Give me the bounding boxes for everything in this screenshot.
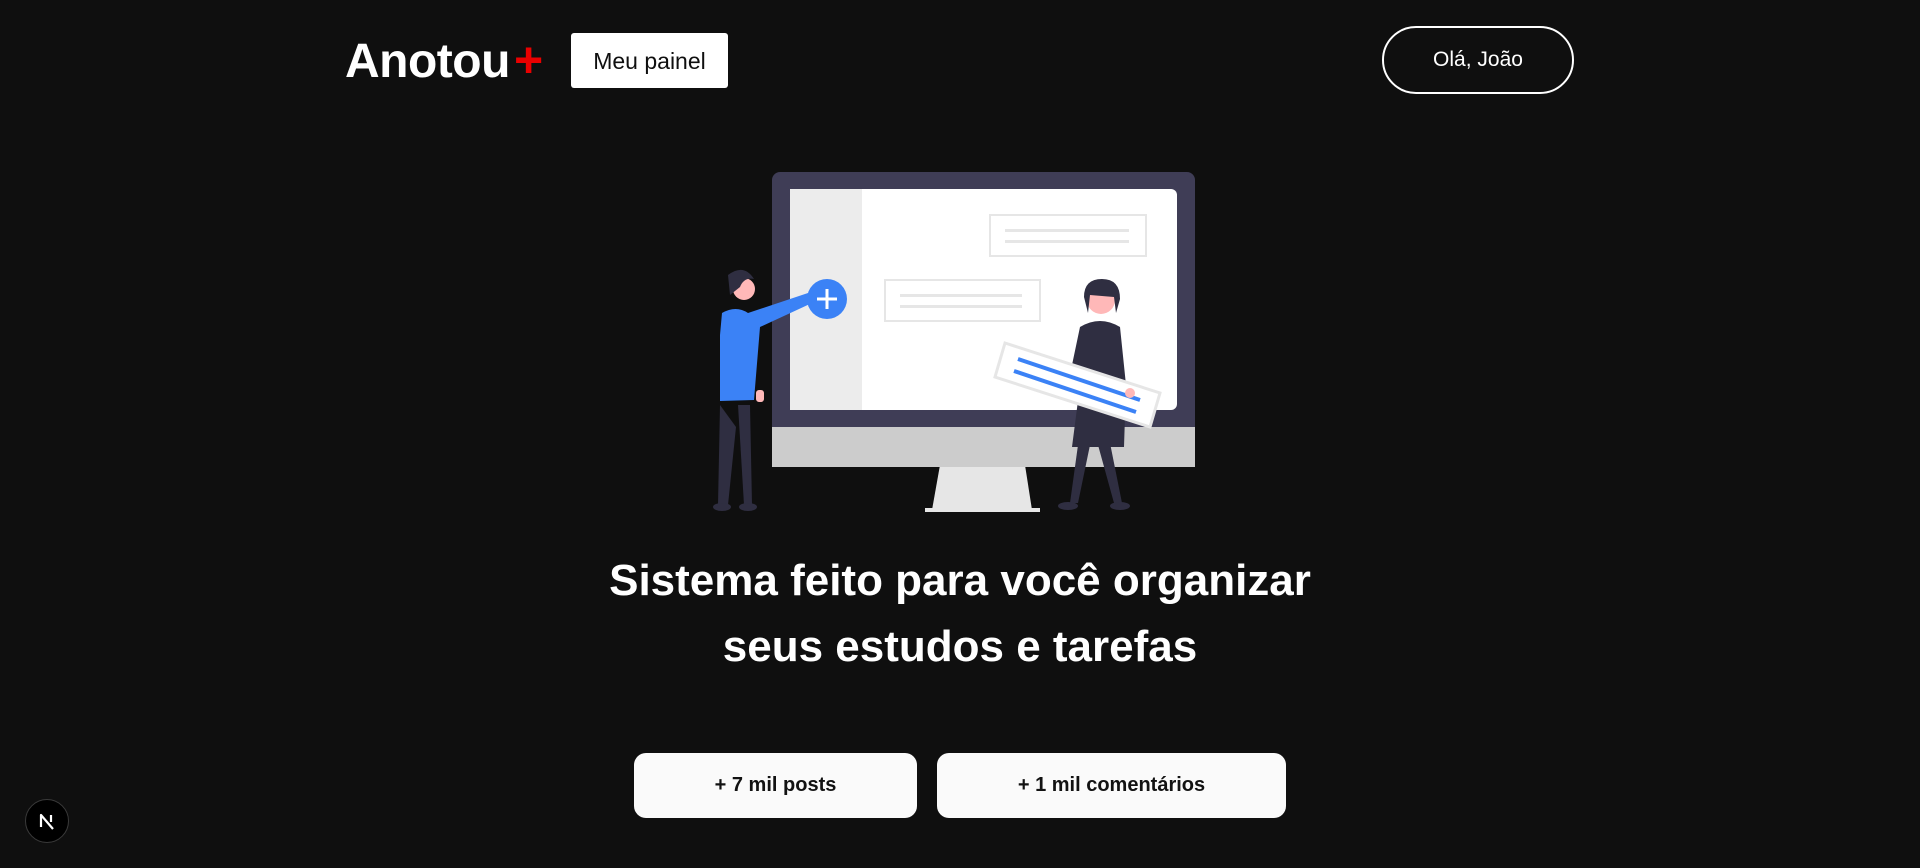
- brand-plus-icon: +: [513, 32, 543, 88]
- hero-illustration: [700, 165, 1220, 515]
- posts-count-card: + 7 mil posts: [634, 753, 917, 818]
- people-organizing-screen-illustration: [713, 172, 1195, 512]
- user-greeting-button[interactable]: Olá, João: [1382, 26, 1574, 94]
- comments-count-card: + 1 mil comentários: [937, 753, 1286, 818]
- my-panel-button[interactable]: Meu painel: [571, 33, 728, 88]
- brand-logo[interactable]: Anotou +: [345, 30, 543, 92]
- hero-title-line-2: seus estudos e tarefas: [722, 622, 1198, 671]
- landing-page: Anotou + Meu painel Olá, João Sistema fe…: [0, 0, 1920, 868]
- header: Anotou + Meu painel Olá, João: [0, 0, 1920, 120]
- posts-count-label: + 7 mil posts: [714, 774, 837, 796]
- hero-title: Sistema feito para você organizar seus e…: [460, 548, 1460, 680]
- nextjs-n-icon: [39, 813, 54, 830]
- comments-count-label: + 1 mil comentários: [1017, 774, 1206, 796]
- brand-name: Anotou: [345, 35, 510, 88]
- hero-title-line-1: Sistema feito para você organizar: [609, 556, 1311, 605]
- nextjs-dev-badge[interactable]: [25, 799, 69, 843]
